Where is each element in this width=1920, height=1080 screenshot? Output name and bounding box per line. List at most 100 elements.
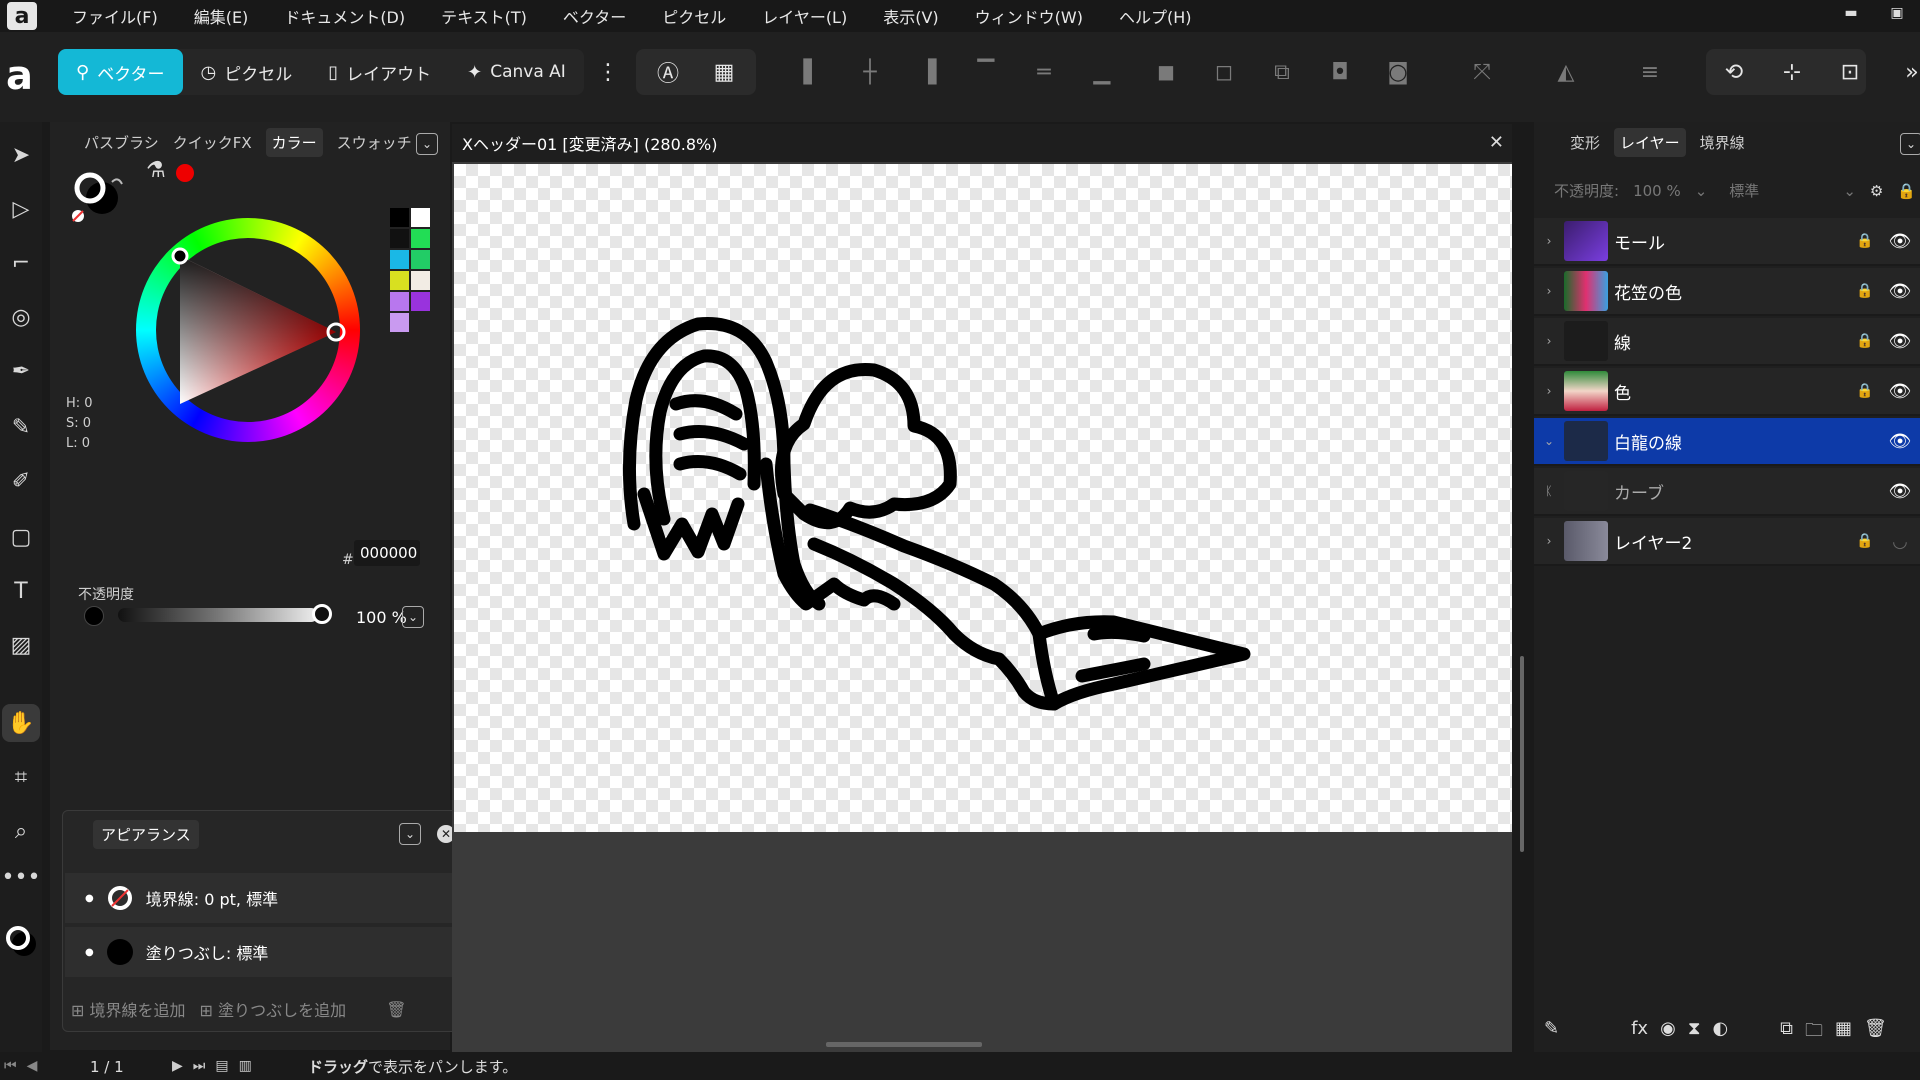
- trash-icon[interactable]: 🗑: [386, 1000, 406, 1019]
- blend-mode-select[interactable]: 標準: [1729, 180, 1759, 201]
- last-page-icon[interactable]: ⏭: [193, 1058, 206, 1074]
- adjustment-icon[interactable]: ⧗: [1688, 1018, 1701, 1048]
- lock-icon[interactable]: 🔒: [1897, 182, 1916, 200]
- swatch-10[interactable]: [411, 292, 430, 311]
- menu-file[interactable]: ファイル(F): [72, 4, 158, 28]
- shape-builder-icon[interactable]: ◎: [2, 298, 40, 336]
- opacity-dropdown[interactable]: ⌄: [402, 606, 424, 628]
- appearance-menu-button[interactable]: ⌄: [399, 823, 421, 845]
- lock-icon[interactable]: 🔒: [1850, 383, 1880, 399]
- snapping-icon[interactable]: ⊹: [1774, 54, 1810, 90]
- artboard[interactable]: [454, 164, 1512, 832]
- menu-text[interactable]: テキスト(T): [441, 4, 527, 28]
- boolean-xor-icon[interactable]: ◘: [1322, 54, 1358, 90]
- panel-menu-button[interactable]: ⌄: [416, 133, 438, 155]
- boolean-intersect-icon[interactable]: ⧉: [1264, 54, 1300, 90]
- eye-closed-icon[interactable]: ◡: [1880, 531, 1920, 552]
- first-page-icon[interactable]: ⏮: [4, 1058, 17, 1074]
- add-fill-button[interactable]: ⊞ 塗りつぶしを追加: [200, 997, 347, 1021]
- add-layer-icon[interactable]: ⧉: [1780, 1018, 1793, 1048]
- move-tool-icon[interactable]: ➤: [2, 136, 40, 174]
- align-left-icon[interactable]: ▌: [794, 54, 830, 90]
- tab-quick-fx[interactable]: クイックFX: [173, 132, 252, 153]
- opacity-slider-track[interactable]: [118, 608, 318, 622]
- opacity-slider-knob[interactable]: [312, 604, 332, 624]
- layer-row-mall[interactable]: › モール 🔒 👁: [1534, 218, 1920, 266]
- close-document-icon[interactable]: ✕: [1489, 132, 1504, 153]
- align-middle-icon[interactable]: ═: [1026, 54, 1062, 90]
- expand-icon[interactable]: ›: [1534, 534, 1564, 548]
- brush-tool-icon[interactable]: ✐: [2, 462, 40, 500]
- minimize-button[interactable]: ▬: [1828, 0, 1874, 26]
- live-filter-icon[interactable]: ◐: [1712, 1018, 1728, 1048]
- canvas-area[interactable]: [452, 162, 1512, 1052]
- layer-row-hanagasa[interactable]: › 花笠の色 🔒 👁: [1534, 268, 1920, 316]
- layer-row-line[interactable]: › 線 🔒 👁: [1534, 318, 1920, 366]
- eye-icon[interactable]: 👁: [1880, 481, 1920, 502]
- tab-stroke[interactable]: 境界線: [1700, 132, 1745, 153]
- persona-layout[interactable]: ▯ レイアウト: [310, 49, 449, 95]
- align-bottom-icon[interactable]: ▁: [1084, 54, 1120, 90]
- vertical-scrollbar[interactable]: [1520, 656, 1524, 852]
- eyedropper-icon[interactable]: ⚗: [146, 158, 166, 183]
- delete-icon[interactable]: 🗑: [1864, 1018, 1887, 1048]
- swatch-8[interactable]: [411, 271, 430, 290]
- appearance-stroke-row[interactable]: ● 境界線: 0 pt, 標準: [65, 873, 457, 923]
- swatch-9[interactable]: [390, 292, 409, 311]
- appearance-fill-row[interactable]: ● 塗りつぶし: 標準: [65, 927, 457, 977]
- persona-vector[interactable]: ⚲ ベクター: [58, 49, 183, 95]
- boolean-divide-icon[interactable]: ◙: [1380, 54, 1416, 90]
- eye-icon[interactable]: 👁: [1880, 331, 1920, 352]
- mask-icon[interactable]: ◉: [1660, 1018, 1676, 1048]
- node-tool-icon[interactable]: ▷: [2, 190, 40, 228]
- menu-layer[interactable]: レイヤー(L): [762, 4, 847, 28]
- persona-canva-ai[interactable]: ✦ Canva AI: [449, 49, 584, 95]
- swatch-6[interactable]: [411, 250, 430, 269]
- eye-icon[interactable]: 👁: [1880, 281, 1920, 302]
- chevron-down-icon[interactable]: ⌄: [1695, 182, 1708, 200]
- swatch-2[interactable]: [411, 208, 430, 227]
- document-tab[interactable]: Xヘッダー01 [変更済み] (280.8%) ✕: [452, 124, 1512, 162]
- layer-row-hakuryu-line[interactable]: ⌄ 白龍の線 👁: [1534, 418, 1920, 466]
- tab-path-brush[interactable]: パスブラシ: [84, 132, 159, 153]
- order-icon[interactable]: ≡: [1632, 54, 1668, 90]
- text-frame-icon[interactable]: Ⓐ: [650, 54, 686, 90]
- layer-row-curve[interactable]: ᛕ カーブ 👁: [1534, 468, 1920, 516]
- transform-icon[interactable]: ⤧: [1464, 54, 1500, 90]
- expand-icon[interactable]: ›: [1534, 334, 1564, 348]
- align-right-icon[interactable]: ▐: [910, 54, 946, 90]
- boolean-add-icon[interactable]: ◼: [1148, 54, 1184, 90]
- persona-pixel[interactable]: ◷ ピクセル: [183, 49, 311, 95]
- menu-vector[interactable]: ベクター: [563, 4, 626, 28]
- tab-color[interactable]: カラー: [265, 127, 323, 157]
- layer-opacity-value[interactable]: 100 %: [1633, 182, 1681, 200]
- add-stroke-button[interactable]: ⊞ 境界線を追加: [71, 997, 186, 1021]
- eye-icon[interactable]: 👁: [1880, 231, 1920, 252]
- tab-swatches[interactable]: スウォッチ: [337, 132, 412, 153]
- menu-window[interactable]: ウィンドウ(W): [975, 4, 1083, 28]
- stroke-fill-indicator[interactable]: [68, 158, 130, 228]
- chevron-down-icon[interactable]: ⌄: [1843, 182, 1856, 200]
- expand-icon[interactable]: ›: [1534, 234, 1564, 248]
- lock-icon[interactable]: 🔒: [1850, 533, 1880, 549]
- menu-document[interactable]: ドキュメント(D): [284, 4, 405, 28]
- boolean-subtract-icon[interactable]: ◻: [1206, 54, 1242, 90]
- lock-icon[interactable]: 🔒: [1850, 333, 1880, 349]
- menu-help[interactable]: ヘルプ(H): [1119, 4, 1192, 28]
- more-tools-icon[interactable]: •••: [2, 858, 41, 896]
- crop-icon[interactable]: ⊡: [1832, 54, 1868, 90]
- align-center-icon[interactable]: ┼: [852, 54, 888, 90]
- eye-icon[interactable]: 👁: [1880, 431, 1920, 452]
- corner-tool-icon[interactable]: ⌐: [2, 244, 40, 282]
- layer-row-layer2[interactable]: › レイヤー2 🔒 ◡: [1534, 518, 1920, 566]
- grid-icon[interactable]: ▦: [706, 54, 742, 90]
- expand-icon[interactable]: ⌄: [1534, 434, 1564, 448]
- gear-icon[interactable]: ⚙: [1870, 182, 1883, 200]
- swatch-7[interactable]: [390, 271, 409, 290]
- edit-icon[interactable]: ✎: [1544, 1018, 1559, 1048]
- spread-icon[interactable]: ▥: [239, 1058, 252, 1074]
- maximize-button[interactable]: ▣: [1874, 0, 1920, 26]
- swatch-5[interactable]: [390, 250, 409, 269]
- layers-menu-button[interactable]: ⌄: [1900, 133, 1920, 155]
- rotate-transform-icon[interactable]: ⟲: [1716, 54, 1752, 90]
